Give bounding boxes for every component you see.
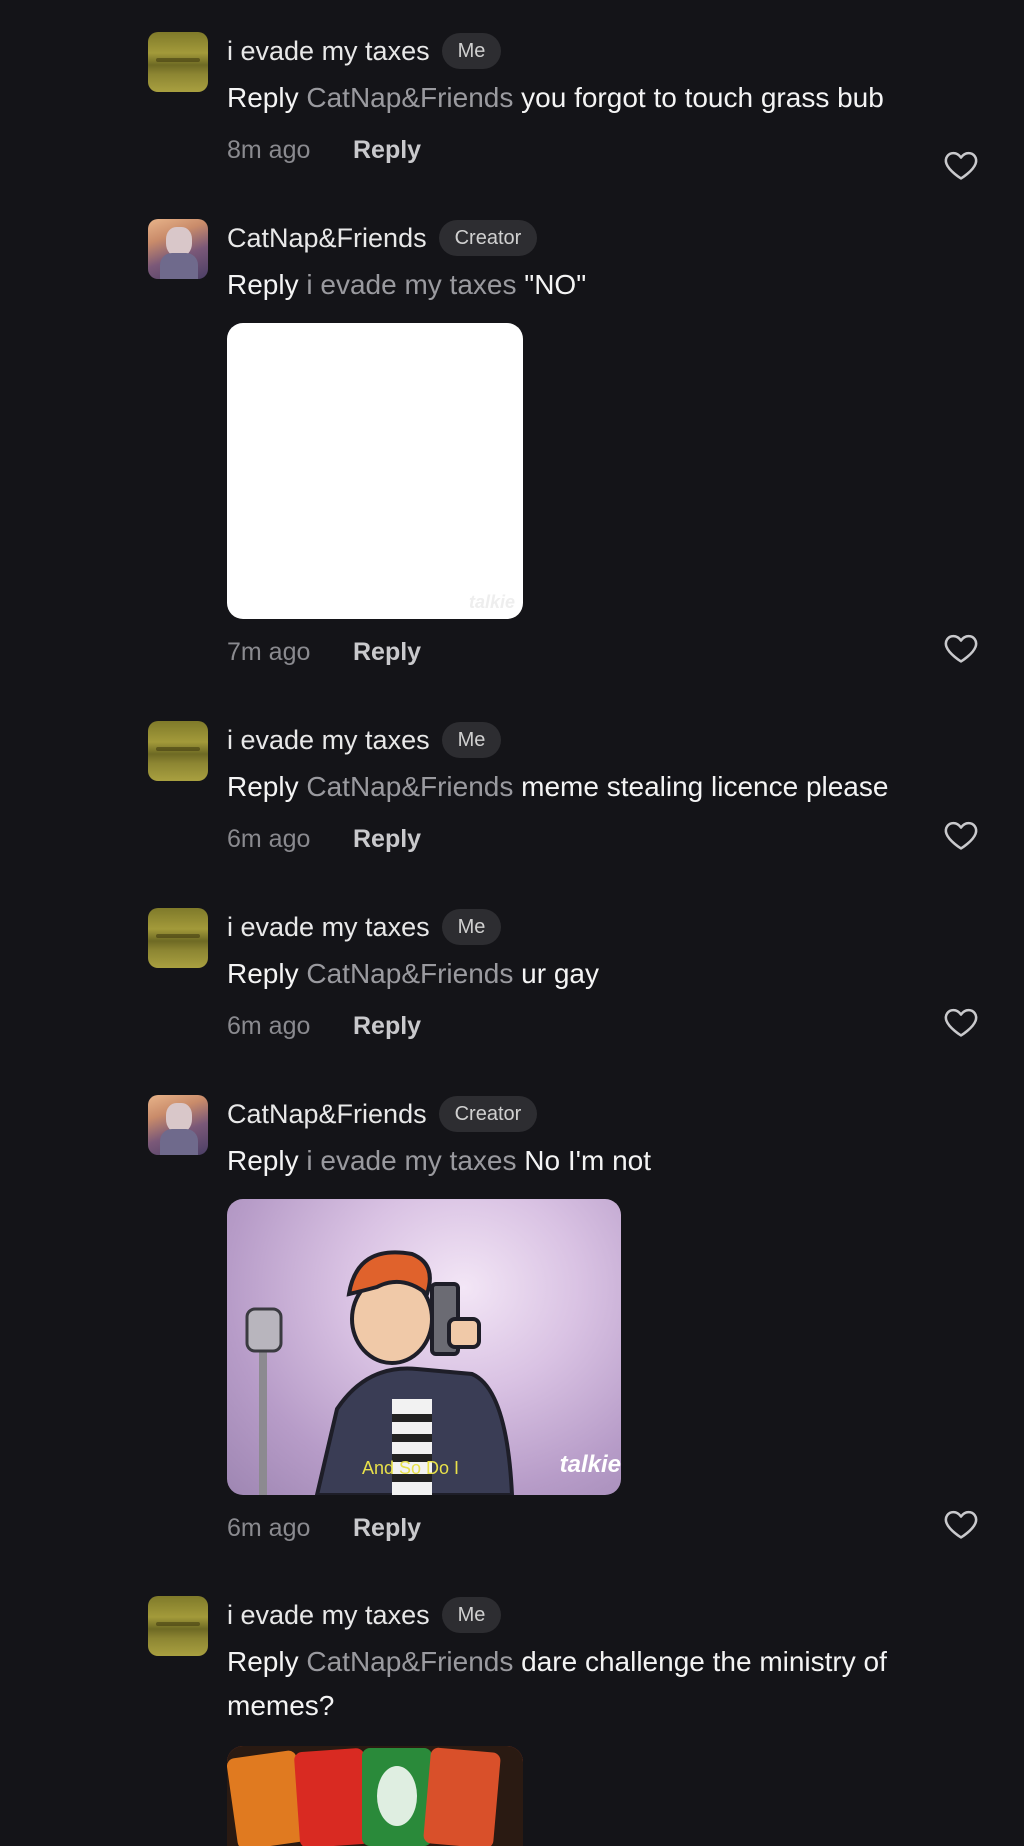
media-watermark: talkie (468, 592, 515, 612)
comment-text: Reply CatNap&Friends you forgot to touch… (227, 76, 927, 120)
media-watermark: talkie (559, 1451, 621, 1478)
reply-prefix: Reply (227, 1646, 299, 1677)
reply-prefix: Reply (227, 1145, 299, 1176)
heart-icon[interactable] (942, 816, 980, 854)
comment-timestamp: 6m ago (227, 824, 311, 853)
reply-prefix: Reply (227, 269, 299, 300)
avatar[interactable] (148, 1095, 208, 1155)
creator-badge: Creator (438, 220, 538, 256)
comment-author[interactable]: i evade my taxes (227, 912, 430, 943)
comment-text: Reply i evade my taxes "NO" (227, 263, 927, 307)
comment-author[interactable]: i evade my taxes (227, 1600, 430, 1631)
comment-body: No I'm not (524, 1145, 651, 1176)
comment-media-image[interactable] (227, 1746, 523, 1846)
reply-button[interactable]: Reply (353, 638, 421, 667)
comment-author[interactable]: CatNap&Friends (227, 1099, 427, 1130)
avatar[interactable] (148, 219, 208, 279)
me-badge: Me (441, 722, 502, 758)
comment-media-image[interactable]: And So Do I talkie (227, 1199, 621, 1495)
comment-body: ur gay (521, 958, 599, 989)
avatar[interactable] (148, 908, 208, 968)
creator-badge: Creator (438, 1096, 538, 1132)
comment-body: you forgot to touch grass bub (521, 82, 884, 113)
avatar[interactable] (148, 1596, 208, 1656)
reply-mention[interactable]: i evade my taxes (306, 1145, 516, 1176)
reply-button[interactable]: Reply (353, 1012, 421, 1041)
comment-author[interactable]: i evade my taxes (227, 36, 430, 67)
comment-timestamp: 7m ago (227, 637, 311, 666)
comment-text: Reply i evade my taxes No I'm not (227, 1139, 927, 1183)
me-badge: Me (441, 909, 502, 945)
reply-prefix: Reply (227, 82, 299, 113)
heart-icon[interactable] (942, 1505, 980, 1543)
comment-text: Reply CatNap&Friends meme stealing licen… (227, 765, 927, 809)
reply-mention[interactable]: CatNap&Friends (306, 1646, 513, 1677)
reply-mention[interactable]: CatNap&Friends (306, 771, 513, 802)
comment-text: Reply CatNap&Friends dare challenge the … (227, 1640, 927, 1728)
reply-mention[interactable]: i evade my taxes (306, 269, 516, 300)
comment-body: meme stealing licence please (521, 771, 889, 802)
heart-icon[interactable] (942, 629, 980, 667)
heart-icon[interactable] (942, 1003, 980, 1041)
reply-button[interactable]: Reply (353, 136, 421, 165)
avatar[interactable] (148, 721, 208, 781)
reply-prefix: Reply (227, 771, 299, 802)
comment-timestamp: 6m ago (227, 1513, 311, 1542)
comment-media-image[interactable]: talkie (227, 323, 523, 619)
reply-prefix: Reply (227, 958, 299, 989)
meme-caption: And So Do I (362, 1458, 460, 1478)
uno-cards-illustration (227, 1746, 523, 1846)
reply-button[interactable]: Reply (353, 1514, 421, 1543)
comment-author[interactable]: CatNap&Friends (227, 223, 427, 254)
reply-button[interactable]: Reply (353, 825, 421, 854)
reply-mention[interactable]: CatNap&Friends (306, 958, 513, 989)
comment-timestamp: 6m ago (227, 1011, 311, 1040)
comment-author[interactable]: i evade my taxes (227, 725, 430, 756)
heart-icon[interactable] (942, 146, 980, 184)
avatar[interactable] (148, 32, 208, 92)
me-badge: Me (441, 1597, 502, 1633)
comment-text: Reply CatNap&Friends ur gay (227, 952, 927, 996)
comment-body: "NO" (524, 269, 587, 300)
reply-mention[interactable]: CatNap&Friends (306, 82, 513, 113)
comment-timestamp: 8m ago (227, 135, 311, 164)
me-badge: Me (441, 33, 502, 69)
